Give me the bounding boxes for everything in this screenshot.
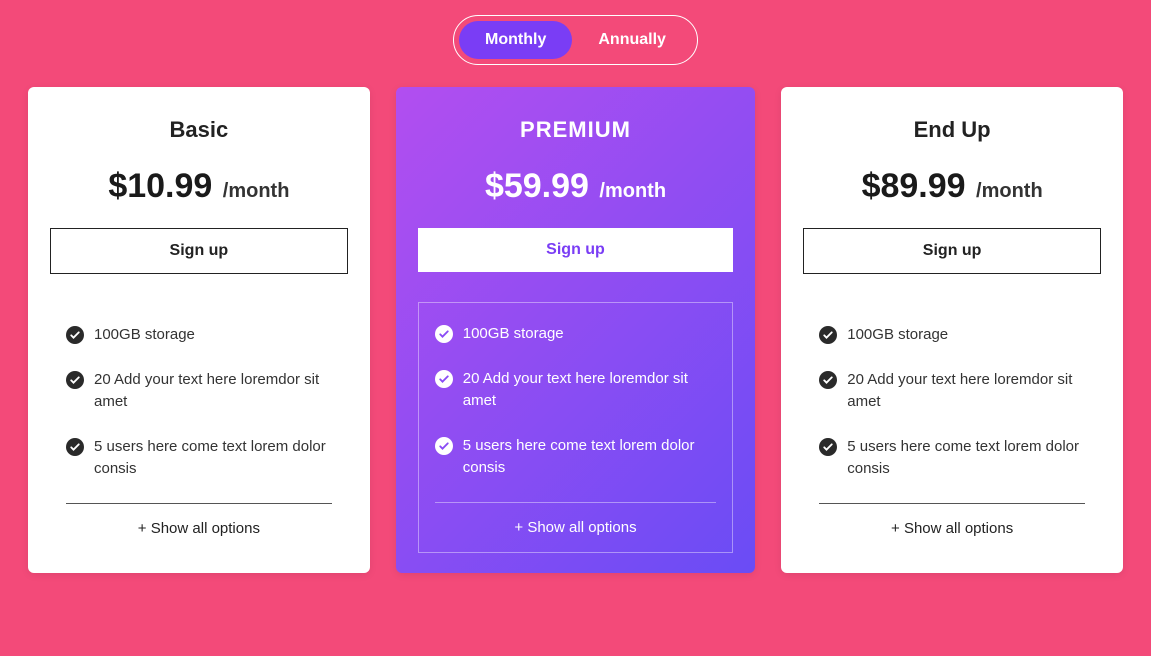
toggle-pill: Monthly Annually <box>453 15 698 65</box>
billing-toggle: Monthly Annually <box>28 15 1123 65</box>
feature-item: 20 Add your text here loremdor sit amet <box>819 369 1085 414</box>
check-circle-icon <box>819 438 837 456</box>
feature-text: 20 Add your text here loremdor sit amet <box>463 368 717 413</box>
show-all-options[interactable]: + Show all options <box>66 503 332 553</box>
feature-item: 100GB storage <box>819 324 1085 347</box>
feature-list: 100GB storage 20 Add your text here lore… <box>418 302 734 553</box>
plan-name: Basic <box>50 117 348 143</box>
plan-basic: Basic $10.99 /month Sign up 100GB storag… <box>28 87 370 573</box>
feature-list: 100GB storage 20 Add your text here lore… <box>50 304 348 553</box>
price-row: $10.99 /month <box>50 167 348 206</box>
period: /month <box>599 180 666 202</box>
price: $59.99 <box>485 167 589 205</box>
feature-item: 5 users here come text lorem dolor consi… <box>435 435 717 480</box>
check-circle-icon <box>435 437 453 455</box>
feature-text: 100GB storage <box>463 323 564 346</box>
price: $10.99 <box>108 167 212 205</box>
price-row: $89.99 /month <box>803 167 1101 206</box>
check-circle-icon <box>819 371 837 389</box>
price-row: $59.99 /month <box>418 167 734 206</box>
toggle-monthly[interactable]: Monthly <box>459 21 572 59</box>
signup-button[interactable]: Sign up <box>418 228 734 272</box>
feature-item: 5 users here come text lorem dolor consi… <box>66 436 332 481</box>
price: $89.99 <box>862 167 966 205</box>
pricing-cards: Basic $10.99 /month Sign up 100GB storag… <box>28 87 1123 573</box>
show-all-options[interactable]: + Show all options <box>435 502 717 552</box>
period: /month <box>223 180 290 202</box>
check-circle-icon <box>819 326 837 344</box>
feature-text: 100GB storage <box>94 324 195 347</box>
plan-end-up: End Up $89.99 /month Sign up 100GB stora… <box>781 87 1123 573</box>
feature-text: 5 users here come text lorem dolor consi… <box>847 436 1085 481</box>
plan-premium: PREMIUM $59.99 /month Sign up 100GB stor… <box>396 87 756 573</box>
feature-item: 100GB storage <box>435 323 717 346</box>
toggle-annually[interactable]: Annually <box>572 21 692 59</box>
feature-text: 100GB storage <box>847 324 948 347</box>
check-circle-icon <box>66 371 84 389</box>
feature-text: 5 users here come text lorem dolor consi… <box>94 436 332 481</box>
feature-item: 20 Add your text here loremdor sit amet <box>435 368 717 413</box>
show-all-options[interactable]: + Show all options <box>819 503 1085 553</box>
signup-button[interactable]: Sign up <box>803 228 1101 274</box>
plan-name: End Up <box>803 117 1101 143</box>
plan-name: PREMIUM <box>418 117 734 143</box>
check-circle-icon <box>66 438 84 456</box>
feature-text: 20 Add your text here loremdor sit amet <box>847 369 1085 414</box>
feature-item: 100GB storage <box>66 324 332 347</box>
check-circle-icon <box>66 326 84 344</box>
signup-button[interactable]: Sign up <box>50 228 348 274</box>
feature-list: 100GB storage 20 Add your text here lore… <box>803 304 1101 553</box>
check-circle-icon <box>435 325 453 343</box>
check-circle-icon <box>435 370 453 388</box>
feature-item: 20 Add your text here loremdor sit amet <box>66 369 332 414</box>
period: /month <box>976 180 1043 202</box>
feature-text: 20 Add your text here loremdor sit amet <box>94 369 332 414</box>
feature-item: 5 users here come text lorem dolor consi… <box>819 436 1085 481</box>
feature-text: 5 users here come text lorem dolor consi… <box>463 435 717 480</box>
